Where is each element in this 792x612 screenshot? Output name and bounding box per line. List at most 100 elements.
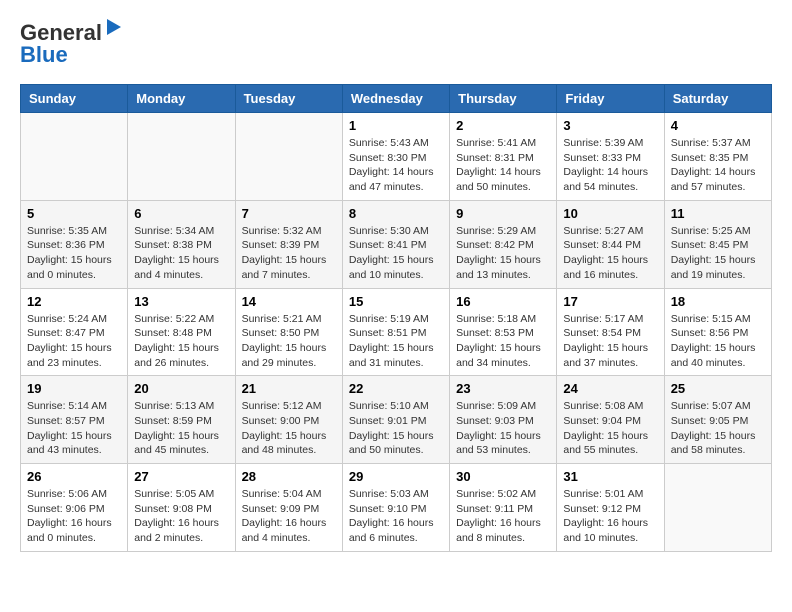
day-number: 28 bbox=[242, 469, 336, 484]
week-row-1: 1Sunrise: 5:43 AM Sunset: 8:30 PM Daylig… bbox=[21, 113, 772, 201]
day-number: 23 bbox=[456, 381, 550, 396]
day-cell: 8 Sunrise: 5:30 AM Sunset: 8:41 PM Daylig… bbox=[342, 200, 449, 288]
day-number: 26 bbox=[27, 469, 121, 484]
logo-blue: Blue bbox=[20, 42, 68, 68]
day-number: 3 bbox=[563, 118, 657, 133]
day-info: Sunrise: 5:22 AM Sunset: 8:48 PM Dayligh… bbox=[134, 312, 228, 371]
day-number: 8 bbox=[349, 206, 443, 221]
day-cell: 27 Sunrise: 5:05 AM Sunset: 9:08 PM Dayli… bbox=[128, 464, 235, 552]
day-number: 16 bbox=[456, 294, 550, 309]
day-cell: 4 Sunrise: 5:37 AM Sunset: 8:35 PM Daylig… bbox=[664, 113, 771, 201]
day-info: Sunrise: 5:07 AM Sunset: 9:05 PM Dayligh… bbox=[671, 399, 765, 458]
day-info: Sunrise: 5:09 AM Sunset: 9:03 PM Dayligh… bbox=[456, 399, 550, 458]
day-number: 30 bbox=[456, 469, 550, 484]
day-number: 6 bbox=[134, 206, 228, 221]
day-info: Sunrise: 5:01 AM Sunset: 9:12 PM Dayligh… bbox=[563, 487, 657, 546]
day-info: Sunrise: 5:06 AM Sunset: 9:06 PM Dayligh… bbox=[27, 487, 121, 546]
day-cell: 2Sunrise: 5:41 AM Sunset: 8:31 PM Daylig… bbox=[450, 113, 557, 201]
day-cell: 6 Sunrise: 5:34 AM Sunset: 8:38 PM Daylig… bbox=[128, 200, 235, 288]
day-info: Sunrise: 5:03 AM Sunset: 9:10 PM Dayligh… bbox=[349, 487, 443, 546]
day-cell: 22Sunrise: 5:10 AM Sunset: 9:01 PM Dayli… bbox=[342, 376, 449, 464]
day-number: 25 bbox=[671, 381, 765, 396]
day-number: 22 bbox=[349, 381, 443, 396]
day-info: Sunrise: 5:27 AM Sunset: 8:44 PM Dayligh… bbox=[563, 224, 657, 283]
day-cell: 16 Sunrise: 5:18 AM Sunset: 8:53 PM Dayli… bbox=[450, 288, 557, 376]
day-number: 18 bbox=[671, 294, 765, 309]
day-number: 31 bbox=[563, 469, 657, 484]
day-cell: 28 Sunrise: 5:04 AM Sunset: 9:09 PM Dayli… bbox=[235, 464, 342, 552]
day-cell: 9 Sunrise: 5:29 AM Sunset: 8:42 PM Daylig… bbox=[450, 200, 557, 288]
day-cell bbox=[235, 113, 342, 201]
col-header-wednesday: Wednesday bbox=[342, 85, 449, 113]
col-header-friday: Friday bbox=[557, 85, 664, 113]
day-cell: 19 Sunrise: 5:14 AM Sunset: 8:57 PM Dayli… bbox=[21, 376, 128, 464]
day-number: 15 bbox=[349, 294, 443, 309]
day-info: Sunrise: 5:29 AM Sunset: 8:42 PM Dayligh… bbox=[456, 224, 550, 283]
day-info: Sunrise: 5:02 AM Sunset: 9:11 PM Dayligh… bbox=[456, 487, 550, 546]
day-cell bbox=[664, 464, 771, 552]
week-row-3: 12Sunrise: 5:24 AM Sunset: 8:47 PM Dayli… bbox=[21, 288, 772, 376]
calendar-table: SundayMondayTuesdayWednesdayThursdayFrid… bbox=[20, 84, 772, 552]
day-cell: 31 Sunrise: 5:01 AM Sunset: 9:12 PM Dayli… bbox=[557, 464, 664, 552]
day-info: Sunrise: 5:41 AM Sunset: 8:31 PM Dayligh… bbox=[456, 136, 550, 195]
day-cell: 29Sunrise: 5:03 AM Sunset: 9:10 PM Dayli… bbox=[342, 464, 449, 552]
day-info: Sunrise: 5:04 AM Sunset: 9:09 PM Dayligh… bbox=[242, 487, 336, 546]
day-cell: 20 Sunrise: 5:13 AM Sunset: 8:59 PM Dayli… bbox=[128, 376, 235, 464]
col-header-saturday: Saturday bbox=[664, 85, 771, 113]
day-number: 27 bbox=[134, 469, 228, 484]
day-number: 4 bbox=[671, 118, 765, 133]
day-cell: 12Sunrise: 5:24 AM Sunset: 8:47 PM Dayli… bbox=[21, 288, 128, 376]
day-info: Sunrise: 5:24 AM Sunset: 8:47 PM Dayligh… bbox=[27, 312, 121, 371]
day-cell: 30 Sunrise: 5:02 AM Sunset: 9:11 PM Dayli… bbox=[450, 464, 557, 552]
day-number: 5 bbox=[27, 206, 121, 221]
day-cell: 1Sunrise: 5:43 AM Sunset: 8:30 PM Daylig… bbox=[342, 113, 449, 201]
day-number: 9 bbox=[456, 206, 550, 221]
day-number: 11 bbox=[671, 206, 765, 221]
day-number: 24 bbox=[563, 381, 657, 396]
day-info: Sunrise: 5:18 AM Sunset: 8:53 PM Dayligh… bbox=[456, 312, 550, 371]
day-cell: 5 Sunrise: 5:35 AM Sunset: 8:36 PM Daylig… bbox=[21, 200, 128, 288]
day-cell: 14 Sunrise: 5:21 AM Sunset: 8:50 PM Dayli… bbox=[235, 288, 342, 376]
day-info: Sunrise: 5:35 AM Sunset: 8:36 PM Dayligh… bbox=[27, 224, 121, 283]
col-header-tuesday: Tuesday bbox=[235, 85, 342, 113]
day-cell: 11 Sunrise: 5:25 AM Sunset: 8:45 PM Dayli… bbox=[664, 200, 771, 288]
day-cell bbox=[21, 113, 128, 201]
day-info: Sunrise: 5:17 AM Sunset: 8:54 PM Dayligh… bbox=[563, 312, 657, 371]
day-cell: 7 Sunrise: 5:32 AM Sunset: 8:39 PM Daylig… bbox=[235, 200, 342, 288]
day-number: 7 bbox=[242, 206, 336, 221]
day-number: 21 bbox=[242, 381, 336, 396]
day-cell: 26 Sunrise: 5:06 AM Sunset: 9:06 PM Dayli… bbox=[21, 464, 128, 552]
day-cell: 15Sunrise: 5:19 AM Sunset: 8:51 PM Dayli… bbox=[342, 288, 449, 376]
day-number: 14 bbox=[242, 294, 336, 309]
day-cell: 17 Sunrise: 5:17 AM Sunset: 8:54 PM Dayli… bbox=[557, 288, 664, 376]
day-info: Sunrise: 5:13 AM Sunset: 8:59 PM Dayligh… bbox=[134, 399, 228, 458]
day-number: 10 bbox=[563, 206, 657, 221]
day-cell: 21Sunrise: 5:12 AM Sunset: 9:00 PM Dayli… bbox=[235, 376, 342, 464]
day-info: Sunrise: 5:32 AM Sunset: 8:39 PM Dayligh… bbox=[242, 224, 336, 283]
day-info: Sunrise: 5:39 AM Sunset: 8:33 PM Dayligh… bbox=[563, 136, 657, 195]
day-info: Sunrise: 5:21 AM Sunset: 8:50 PM Dayligh… bbox=[242, 312, 336, 371]
day-info: Sunrise: 5:08 AM Sunset: 9:04 PM Dayligh… bbox=[563, 399, 657, 458]
logo-arrow-icon bbox=[107, 19, 121, 35]
day-info: Sunrise: 5:05 AM Sunset: 9:08 PM Dayligh… bbox=[134, 487, 228, 546]
day-number: 20 bbox=[134, 381, 228, 396]
day-info: Sunrise: 5:43 AM Sunset: 8:30 PM Dayligh… bbox=[349, 136, 443, 195]
day-cell: 24 Sunrise: 5:08 AM Sunset: 9:04 PM Dayli… bbox=[557, 376, 664, 464]
day-number: 19 bbox=[27, 381, 121, 396]
week-row-2: 5 Sunrise: 5:35 AM Sunset: 8:36 PM Daylig… bbox=[21, 200, 772, 288]
day-info: Sunrise: 5:15 AM Sunset: 8:56 PM Dayligh… bbox=[671, 312, 765, 371]
day-info: Sunrise: 5:14 AM Sunset: 8:57 PM Dayligh… bbox=[27, 399, 121, 458]
day-info: Sunrise: 5:25 AM Sunset: 8:45 PM Dayligh… bbox=[671, 224, 765, 283]
day-info: Sunrise: 5:37 AM Sunset: 8:35 PM Dayligh… bbox=[671, 136, 765, 195]
day-number: 17 bbox=[563, 294, 657, 309]
col-header-monday: Monday bbox=[128, 85, 235, 113]
col-header-sunday: Sunday bbox=[21, 85, 128, 113]
calendar-header: SundayMondayTuesdayWednesdayThursdayFrid… bbox=[21, 85, 772, 113]
day-cell: 13Sunrise: 5:22 AM Sunset: 8:48 PM Dayli… bbox=[128, 288, 235, 376]
day-info: Sunrise: 5:34 AM Sunset: 8:38 PM Dayligh… bbox=[134, 224, 228, 283]
day-info: Sunrise: 5:30 AM Sunset: 8:41 PM Dayligh… bbox=[349, 224, 443, 283]
week-row-4: 19 Sunrise: 5:14 AM Sunset: 8:57 PM Dayli… bbox=[21, 376, 772, 464]
day-cell: 18 Sunrise: 5:15 AM Sunset: 8:56 PM Dayli… bbox=[664, 288, 771, 376]
week-row-5: 26 Sunrise: 5:06 AM Sunset: 9:06 PM Dayli… bbox=[21, 464, 772, 552]
calendar-body: 1Sunrise: 5:43 AM Sunset: 8:30 PM Daylig… bbox=[21, 113, 772, 552]
